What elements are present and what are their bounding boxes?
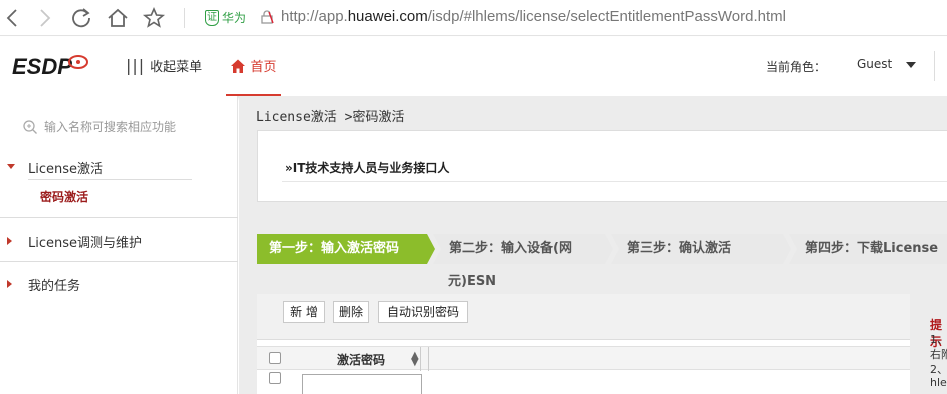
sidebar-item-license-debug[interactable]: License调测与维护 bbox=[0, 232, 238, 252]
select-all-checkbox[interactable] bbox=[269, 352, 281, 364]
home-tab-icon bbox=[231, 59, 246, 73]
browser-toolbar: 证 华为 http://app.huawei.com/isdp/#lhlems/… bbox=[0, 0, 947, 36]
certificate-label: 华为 bbox=[222, 11, 247, 25]
app-header: ESDP ||| 收起菜单 首页 当前角色： Guest bbox=[0, 37, 947, 96]
step-1-enter-password: 第一步：输入激活密码 bbox=[257, 234, 435, 264]
caret-down-icon bbox=[7, 164, 15, 169]
tips-line: 1、 bbox=[930, 333, 947, 346]
url-suffix: /isdp/#lhlems/license/selectEntitlementP… bbox=[427, 8, 786, 25]
address-separator bbox=[184, 8, 185, 28]
grid-toolbar: 新 增 删除 自动识别密码 bbox=[257, 294, 910, 340]
current-role-value[interactable]: Guest bbox=[857, 57, 892, 71]
step-4-download: 第四步：下载License bbox=[789, 234, 947, 264]
password-input[interactable] bbox=[302, 374, 422, 394]
url-prefix: http://app. bbox=[281, 8, 348, 25]
address-bar-url[interactable]: http://app.huawei.com/isdp/#lhlems/licen… bbox=[281, 8, 786, 25]
delete-button[interactable]: 删除 bbox=[333, 301, 369, 323]
grid-header: 激活密码 ▲ ▼ bbox=[257, 346, 910, 371]
contact-panel-title[interactable]: »IT技术支持人员与业务接口人 bbox=[285, 159, 449, 176]
step-2-enter-device: 第二步：输入设备(网 bbox=[433, 234, 613, 264]
chevron-down-icon[interactable] bbox=[906, 62, 916, 68]
home-icon[interactable] bbox=[104, 4, 132, 32]
contact-divider bbox=[282, 181, 947, 182]
collapse-menu-button[interactable]: ||| 收起菜单 bbox=[126, 56, 202, 75]
reload-icon[interactable] bbox=[67, 4, 95, 32]
insecure-lock-icon[interactable] bbox=[260, 10, 274, 24]
sidebar-divider bbox=[28, 179, 192, 180]
header-divider bbox=[934, 51, 935, 81]
sort-icon[interactable]: ▲ ▼ bbox=[411, 351, 419, 368]
certificate-badge[interactable]: 证 华为 bbox=[205, 9, 246, 26]
row-checkbox[interactable] bbox=[269, 372, 281, 384]
contact-panel: »IT技术支持人员与业务接口人 bbox=[257, 130, 947, 202]
sidebar-divider bbox=[0, 217, 238, 218]
auto-detect-password-button[interactable]: 自动识别密码 bbox=[378, 301, 468, 323]
sidebar-item-label: 我的任务 bbox=[28, 279, 81, 294]
tab-home-label: 首页 bbox=[250, 60, 277, 75]
sidebar-subitem-password-activation[interactable]: 密码激活 bbox=[40, 188, 88, 205]
sidebar-item-label: License调测与维护 bbox=[28, 236, 143, 251]
column-header-password[interactable]: 激活密码 bbox=[337, 351, 385, 368]
sidebar-item-label: License激活 bbox=[28, 162, 104, 177]
current-role-label: 当前角色： bbox=[766, 60, 827, 74]
logo-text: ESDP bbox=[12, 54, 72, 79]
sidebar: 输入名称可搜索相应功能 License激活 密码激活 License调测与维护 … bbox=[0, 96, 238, 394]
forward-icon[interactable] bbox=[30, 4, 58, 32]
sidebar-item-my-tasks[interactable]: 我的任务 bbox=[0, 275, 238, 295]
column-separator bbox=[428, 347, 429, 371]
collapse-menu-label: 收起菜单 bbox=[150, 60, 203, 75]
wizard-steps: 第一步：输入激活密码 第二步：输入设备(网 第三步：确认激活 第四步：下载Lic… bbox=[257, 234, 947, 264]
column-separator[interactable] bbox=[420, 347, 421, 371]
sidebar-item-license-activation[interactable]: License激活 bbox=[0, 158, 238, 178]
menu-bars-icon: ||| bbox=[126, 56, 146, 75]
add-button[interactable]: 新 增 bbox=[283, 301, 325, 323]
tips-line: hle bbox=[930, 376, 947, 389]
main-content: License激活 >密码激活 »IT技术支持人员与业务接口人 第一步：输入激活… bbox=[239, 96, 947, 394]
step-3-confirm: 第三步：确认激活 bbox=[611, 234, 791, 264]
search-placeholder: 输入名称可搜索相应功能 bbox=[44, 120, 177, 134]
sidebar-search[interactable]: 输入名称可搜索相应功能 bbox=[22, 118, 176, 135]
breadcrumb: License激活 >密码激活 bbox=[256, 110, 405, 125]
password-grid-panel: 新 增 删除 自动识别密码 激活密码 ▲ ▼ bbox=[257, 294, 910, 394]
sidebar-divider bbox=[0, 261, 238, 262]
esdp-logo[interactable]: ESDP bbox=[12, 51, 102, 81]
back-icon[interactable] bbox=[0, 4, 28, 32]
tips-line: 右附 bbox=[930, 348, 947, 361]
url-domain: huawei.com bbox=[347, 8, 428, 25]
tips-line: 2、 bbox=[930, 363, 947, 376]
search-icon bbox=[23, 119, 37, 134]
caret-right-icon bbox=[7, 280, 12, 288]
bookmark-star-icon[interactable] bbox=[140, 4, 168, 32]
certificate-icon: 证 bbox=[205, 9, 219, 26]
caret-right-icon bbox=[7, 237, 12, 245]
step-2-label-wrap: 元)ESN bbox=[448, 274, 497, 289]
tab-home[interactable]: 首页 bbox=[226, 37, 281, 96]
